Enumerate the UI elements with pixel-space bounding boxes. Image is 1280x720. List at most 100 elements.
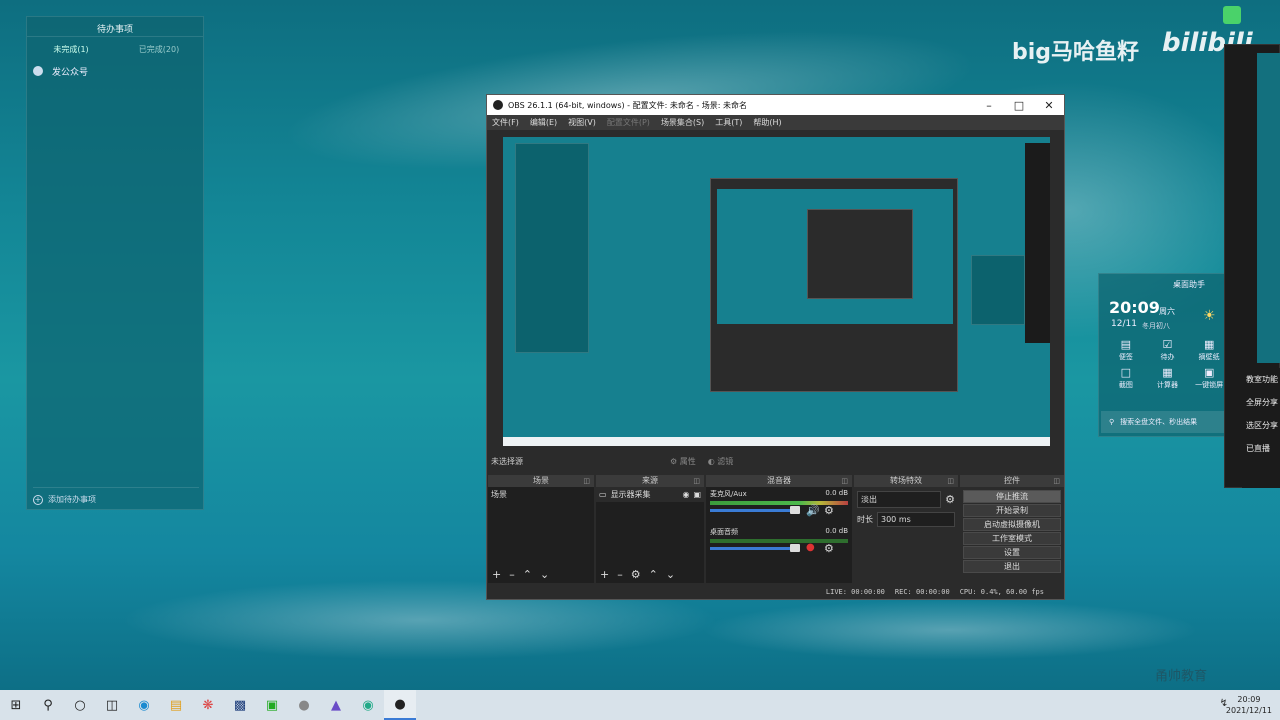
mic-db: 0.0 dB [825, 489, 848, 497]
remove-source-button[interactable]: – [617, 568, 623, 581]
weather-icon: ☀ [1203, 308, 1216, 324]
eye-icon[interactable]: ◉ [682, 490, 689, 499]
preview-right-panel [1025, 143, 1050, 343]
obs-titlebar[interactable]: OBS 26.1.1 (64-bit, windows) - 配置文件: 未命名… [487, 95, 1064, 115]
cortana-icon[interactable]: ○ [64, 690, 96, 720]
robot-icon[interactable]: ◉ [352, 690, 384, 720]
obs-logo-icon [493, 100, 503, 110]
menu-edit[interactable]: 编辑(E) [530, 117, 557, 128]
tool-note[interactable]: ▤ 便签 [1105, 338, 1147, 362]
transitions-title: 转场特效 [890, 476, 922, 485]
todo-panel: 待办事项 未完成(1) 已完成(20) 发公众号 + 添加待办事项 [26, 16, 204, 510]
calc-icon: ▦ [1162, 366, 1173, 379]
app2-icon[interactable]: ● [288, 690, 320, 720]
tool-calculator[interactable]: ▦ 计算器 [1147, 366, 1189, 390]
cpu-status: CPU: 0.4%, 60.00 fps [959, 588, 1044, 596]
minimize-button[interactable]: – [974, 99, 1004, 112]
duration-input[interactable]: 300 ms [877, 512, 955, 527]
search-placeholder: 搜索全盘文件、秒出结果 [1120, 418, 1198, 426]
app-icon[interactable]: ❋ [192, 690, 224, 720]
controls-dock: 控件 ◫ 停止推流 开始录制 启动虚拟摄像机 工作室模式 设置 退出 [960, 475, 1064, 583]
monitor-icon: ▭ [599, 490, 607, 499]
mixer-title: 混音器 [767, 476, 791, 485]
add-todo-label: 添加待办事项 [48, 495, 96, 504]
mic-volume-slider[interactable] [710, 509, 798, 512]
rec-status: REC: 00:00:00 [894, 588, 950, 596]
tab-completed[interactable]: 已完成(20) [115, 44, 203, 55]
add-scene-button[interactable]: + [492, 568, 501, 581]
source-toolbar: 未选择源 ⚙ 属性 ◐ 滤镜 [487, 453, 1064, 469]
app-badge-icon[interactable] [1223, 6, 1241, 24]
settings-button[interactable]: 设置 [963, 546, 1061, 559]
todo-title: 待办事项 [27, 17, 203, 37]
start-windows-icon[interactable]: ⊞ [0, 690, 32, 720]
folder-icon[interactable]: ▤ [160, 690, 192, 720]
exit-button[interactable]: 退出 [963, 560, 1061, 573]
menu-scene-collection[interactable]: 场景集合(S) [661, 117, 704, 128]
tool-todo[interactable]: ☑ 待办 [1147, 338, 1189, 362]
move-up-button[interactable]: ⌃ [523, 568, 532, 581]
source-down-button[interactable]: ⌄ [666, 568, 675, 581]
muted-speaker-icon[interactable]: ● [806, 542, 815, 553]
source-settings-gear-icon[interactable]: ⚙ [631, 568, 641, 581]
todo-item[interactable]: 发公众号 [27, 61, 203, 81]
start-recording-button[interactable]: 开始录制 [963, 504, 1061, 517]
preview-assistant [971, 255, 1025, 325]
check-icon: ☑ [1162, 338, 1173, 351]
maximize-button[interactable]: □ [1004, 99, 1034, 112]
desktop-volume-knob[interactable] [790, 544, 800, 552]
menu-file[interactable]: 文件(F) [492, 117, 519, 128]
tool-screenshot[interactable]: □ 截图 [1105, 366, 1147, 390]
menu-help[interactable]: 帮助(H) [753, 117, 781, 128]
wechat-icon[interactable]: ▣ [256, 690, 288, 720]
checkbox-circle-icon[interactable] [33, 66, 43, 76]
add-source-button[interactable]: + [600, 568, 609, 581]
desktop-audio-db: 0.0 dB [825, 527, 848, 535]
region-share[interactable]: 选区分享 [1242, 414, 1280, 437]
desktop-audio-label: 桌面音频 [710, 528, 738, 536]
scenes-dock: 场景 ◫ 场景 + – ⌃ ⌄ [488, 475, 594, 583]
menu-tools[interactable]: 工具(T) [715, 117, 742, 128]
search-icon: ⚲ [1109, 418, 1115, 426]
menu-view[interactable]: 视图(V) [568, 117, 596, 128]
mic-gear-icon[interactable]: ⚙ [824, 504, 834, 517]
tab-incomplete[interactable]: 未完成(1) [27, 44, 115, 55]
speaker-icon[interactable]: 🔊 [806, 504, 820, 517]
note-icon: ▤ [1120, 338, 1132, 351]
fullscreen-share[interactable]: 全屏分享 [1242, 391, 1280, 414]
desktop-volume-slider[interactable] [710, 547, 798, 550]
mountain-icon[interactable]: ▲ [320, 690, 352, 720]
obs-taskbar-icon[interactable]: ● [384, 690, 416, 720]
source-item[interactable]: ▭ 显示器采集 ◉ ▣ [596, 487, 704, 502]
classroom-function[interactable]: 教室功能 [1242, 368, 1280, 391]
source-up-button[interactable]: ⌃ [649, 568, 658, 581]
menu-profile: 配置文件(P) [606, 118, 650, 127]
scene-item[interactable]: 场景 [488, 487, 594, 502]
clock-time: 20:09 [1237, 695, 1261, 704]
obs-window: OBS 26.1.1 (64-bit, windows) - 配置文件: 未命名… [486, 94, 1065, 600]
task-view-icon[interactable]: ◫ [96, 690, 128, 720]
remove-scene-button[interactable]: – [509, 568, 515, 581]
plus-icon: + [33, 494, 43, 505]
studio-mode-button[interactable]: 工作室模式 [963, 532, 1061, 545]
mic-volume-knob[interactable] [790, 506, 800, 514]
add-todo-button[interactable]: + 添加待办事项 [33, 487, 199, 505]
obs-preview[interactable] [503, 137, 1050, 446]
taskbar-clock[interactable]: 20:09 2021/12/11 [1226, 694, 1272, 716]
start-virtual-camera-button[interactable]: 启动虚拟摄像机 [963, 518, 1061, 531]
sources-title: 来源 [642, 476, 658, 485]
transition-gear-icon[interactable]: ⚙ [945, 493, 955, 506]
preview-nested-obs [710, 178, 958, 392]
desktop-gear-icon[interactable]: ⚙ [824, 542, 834, 555]
stop-streaming-button[interactable]: 停止推流 [963, 490, 1061, 503]
search-icon[interactable]: ⚲ [32, 690, 64, 720]
transition-select[interactable]: 淡出 [857, 491, 942, 508]
photoshop-icon[interactable]: ▩ [224, 690, 256, 720]
close-button[interactable]: ✕ [1034, 99, 1064, 112]
mic-label: 麦克风/Aux [710, 490, 747, 498]
move-down-button[interactable]: ⌄ [540, 568, 549, 581]
edge-icon[interactable]: ◉ [128, 690, 160, 720]
scenes-title: 场景 [533, 476, 549, 485]
lock-icon[interactable]: ▣ [693, 490, 701, 499]
mixer-channel-mic: 麦克风/Aux 0.0 dB 🔊 ⚙ [706, 487, 852, 525]
